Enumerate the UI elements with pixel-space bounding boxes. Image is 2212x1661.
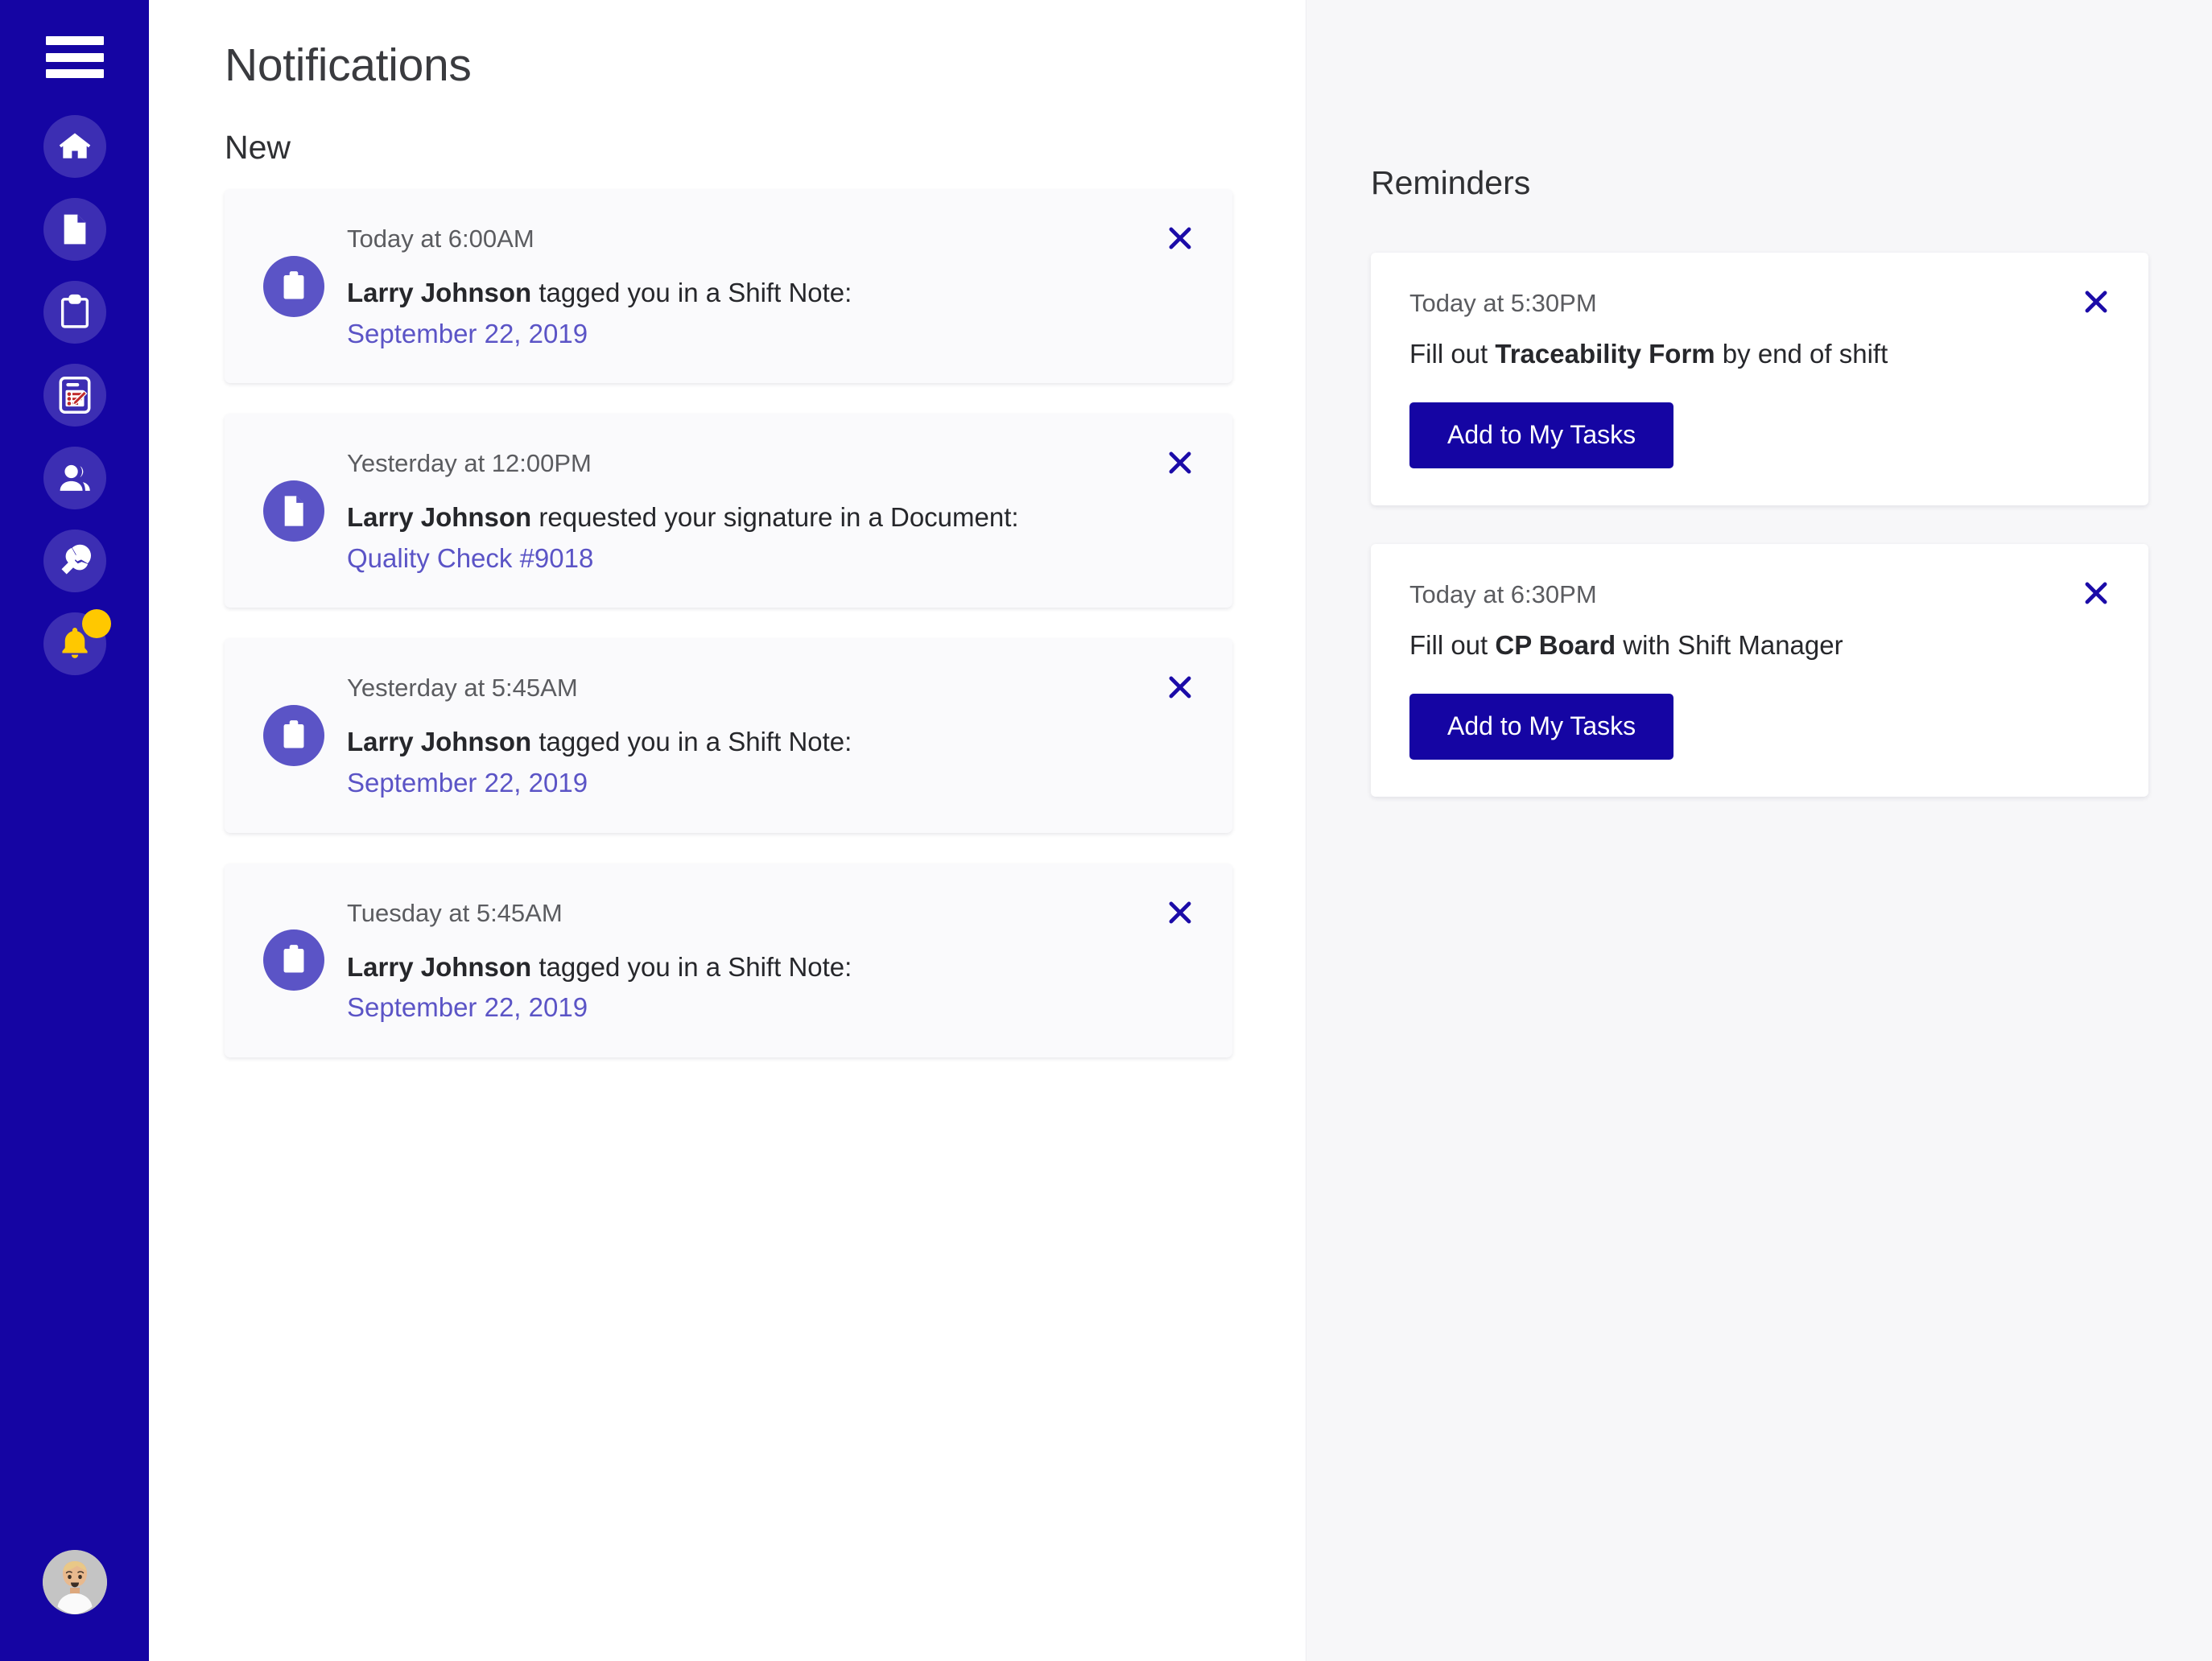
page-title: Notifications — [225, 39, 472, 91]
notification-list: Today at 6:00AM Larry Johnson tagged you… — [225, 189, 1306, 1088]
file-icon — [59, 212, 91, 247]
notification-timestamp: Yesterday at 12:00PM — [347, 449, 592, 478]
close-icon[interactable] — [1162, 220, 1199, 257]
sidebar-item-home[interactable] — [43, 115, 106, 178]
hamburger-bar — [45, 36, 104, 45]
reminder-message: Fill out Traceability Form by end of shi… — [1409, 337, 2116, 372]
reminder-text-bold: Traceability Form — [1495, 339, 1715, 369]
close-icon[interactable] — [2078, 575, 2115, 612]
notification-timestamp: Today at 6:00AM — [347, 225, 534, 253]
notification-link[interactable]: September 22, 2019 — [347, 765, 1200, 801]
reminder-timestamp: Today at 6:30PM — [1409, 579, 1597, 608]
sidebar-item-shift-notes[interactable] — [43, 281, 106, 344]
reminder-list: Today at 5:30PM Fill out Traceability Fo… — [1371, 253, 2173, 835]
reminder-card[interactable]: Today at 6:30PM Fill out CP Board with S… — [1371, 543, 2148, 797]
clipboard-icon — [263, 704, 324, 766]
notification-actor: Larry Johnson — [347, 951, 532, 982]
clipboard-icon — [263, 255, 324, 317]
hamburger-bar — [45, 69, 104, 78]
close-icon[interactable] — [1162, 894, 1199, 931]
notification-link[interactable]: September 22, 2019 — [347, 316, 1200, 352]
notification-card[interactable]: Tuesday at 5:45AM Larry Johnson tagged y… — [225, 863, 1232, 1057]
notification-actor: Larry Johnson — [347, 278, 532, 308]
reminder-text-after: with Shift Manager — [1616, 630, 1843, 661]
sidebar — [0, 0, 149, 1661]
hamburger-menu-icon[interactable] — [45, 36, 104, 78]
sidebar-item-forms[interactable] — [43, 364, 106, 427]
reminder-timestamp: Today at 5:30PM — [1409, 289, 1597, 317]
user-avatar[interactable] — [42, 1550, 107, 1614]
reminders-heading: Reminders — [1371, 164, 1531, 201]
sidebar-item-maintenance[interactable] — [43, 530, 106, 592]
notification-actor: Larry Johnson — [347, 502, 532, 533]
notification-action: tagged you in a Shift Note: — [531, 727, 852, 757]
notification-message: Larry Johnson tagged you in a Shift Note… — [347, 275, 1200, 311]
reminder-text-before: Fill out — [1409, 630, 1496, 661]
close-icon[interactable] — [1162, 669, 1199, 706]
clipboard-icon — [58, 294, 92, 331]
clipboard-icon — [263, 929, 324, 991]
notification-message: Larry Johnson tagged you in a Shift Note… — [347, 950, 1200, 985]
sidebar-item-notifications[interactable] — [43, 609, 111, 675]
reminder-text-before: Fill out — [1409, 339, 1496, 369]
notification-card[interactable]: Yesterday at 12:00PM Larry Johnson reque… — [225, 414, 1232, 608]
new-section-heading: New — [225, 129, 291, 166]
notification-message: Larry Johnson requested your signature i… — [347, 500, 1200, 535]
notification-link[interactable]: September 22, 2019 — [347, 990, 1200, 1025]
notification-link[interactable]: Quality Check #9018 — [347, 541, 1200, 576]
sidebar-item-documents[interactable] — [43, 198, 106, 261]
notification-message: Larry Johnson tagged you in a Shift Note… — [347, 724, 1200, 760]
sidebar-item-people[interactable] — [43, 447, 106, 509]
close-icon[interactable] — [1162, 444, 1199, 481]
reminder-text-bold: CP Board — [1495, 630, 1616, 661]
reminder-text-after: by end of shift — [1715, 339, 1888, 369]
notification-card[interactable]: Today at 6:00AM Larry Johnson tagged you… — [225, 189, 1232, 384]
notification-action: requested your signature in a Document: — [531, 502, 1019, 533]
form-checklist-pencil-icon — [56, 375, 93, 415]
notification-action: tagged you in a Shift Note: — [531, 278, 852, 308]
notification-action: tagged you in a Shift Note: — [531, 951, 852, 982]
app-window: Notifications New Today at 6:00AM Larry … — [0, 0, 2212, 1661]
add-to-my-tasks-button[interactable]: Add to My Tasks — [1409, 693, 1674, 760]
close-icon[interactable] — [2078, 283, 2115, 320]
notification-actor: Larry Johnson — [347, 727, 532, 757]
add-to-my-tasks-button[interactable]: Add to My Tasks — [1409, 402, 1674, 468]
notification-timestamp: Yesterday at 5:45AM — [347, 674, 578, 703]
users-icon — [56, 462, 93, 494]
reminder-card[interactable]: Today at 5:30PM Fill out Traceability Fo… — [1371, 253, 2148, 505]
home-icon — [57, 129, 93, 164]
wrench-icon — [57, 543, 93, 579]
reminder-message: Fill out CP Board with Shift Manager — [1409, 629, 2116, 663]
notifications-panel: Notifications New Today at 6:00AM Larry … — [149, 0, 1306, 1661]
file-icon — [263, 480, 324, 542]
notification-badge — [81, 609, 111, 638]
notification-timestamp: Tuesday at 5:45AM — [347, 898, 563, 927]
notification-card[interactable]: Yesterday at 5:45AM Larry Johnson tagged… — [225, 638, 1232, 833]
reminders-panel: Reminders Today at 5:30PM Fill out Trace… — [1306, 0, 2212, 1661]
hamburger-bar — [45, 52, 104, 62]
